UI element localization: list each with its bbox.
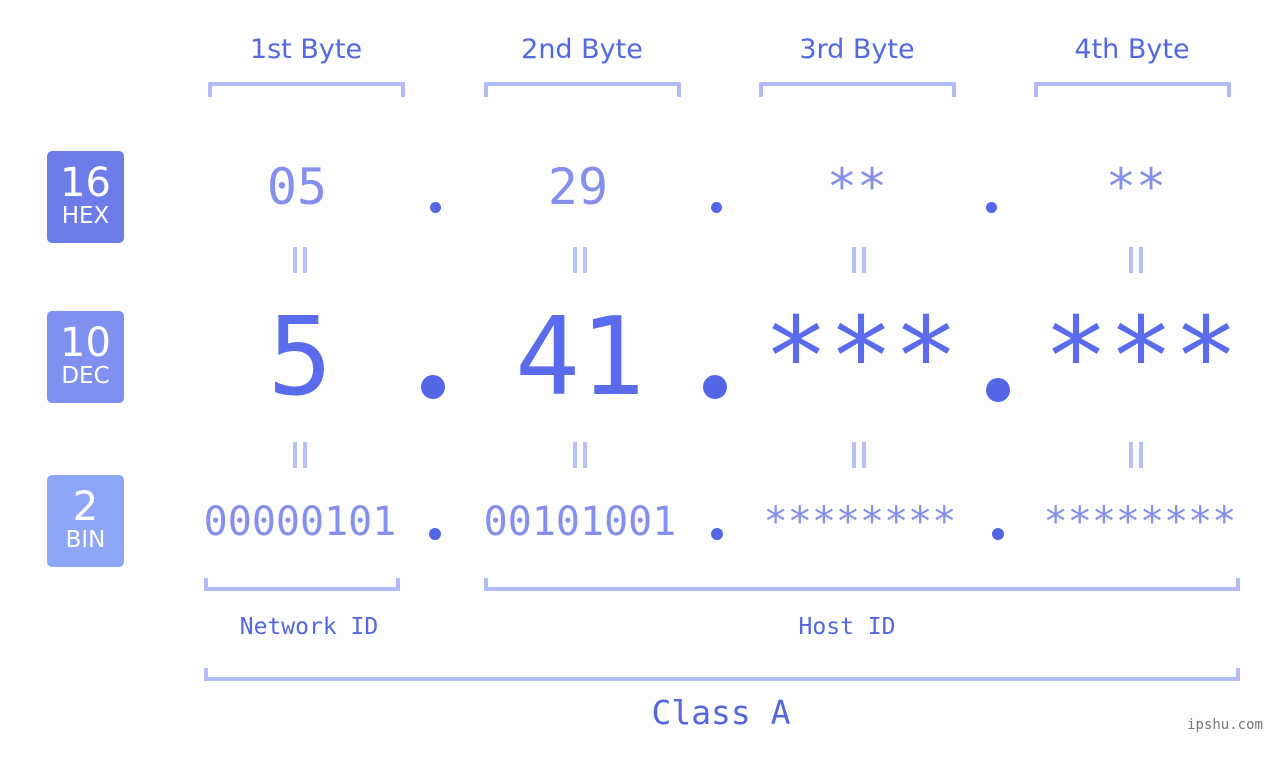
hex-byte-2: 29	[547, 158, 609, 216]
equals-icon	[280, 247, 320, 280]
equals-icon	[839, 247, 879, 280]
hex-separator-dot-2	[711, 202, 722, 213]
bin-badge: 2 BIN	[47, 475, 124, 567]
dec-byte-3: ***	[763, 295, 959, 420]
hex-base-number: 16	[60, 160, 111, 206]
hex-byte-4: **	[1105, 158, 1167, 216]
network-id-label: Network ID	[239, 614, 379, 640]
bin-separator-dot-3	[992, 528, 1004, 540]
equals-icon	[560, 442, 600, 475]
equals-icon	[1116, 247, 1156, 280]
byte-header-4: 4th Byte	[1074, 34, 1190, 65]
bin-byte-4: ********	[1043, 499, 1237, 545]
hex-badge: 16 HEX	[47, 151, 124, 243]
equals-icon	[560, 247, 600, 280]
dec-base-number: 10	[60, 320, 111, 366]
dec-separator-dot-2	[703, 375, 727, 399]
host-id-bracket	[484, 578, 1240, 591]
watermark: ipshu.com	[1187, 717, 1263, 733]
class-label: Class A	[651, 693, 791, 732]
dec-separator-dot-3	[986, 378, 1010, 402]
dec-base-label: DEC	[61, 363, 110, 389]
hex-base-label: HEX	[61, 203, 110, 229]
hex-byte-3: **	[826, 158, 888, 216]
bin-separator-dot-2	[711, 528, 723, 540]
byte-bracket-4	[1034, 82, 1231, 97]
hex-separator-dot-1	[430, 202, 441, 213]
byte-header-3: 3rd Byte	[799, 34, 915, 65]
equals-icon	[1116, 442, 1156, 475]
hex-byte-1: 05	[266, 158, 328, 216]
byte-bracket-2	[484, 82, 681, 97]
bin-byte-1: 00000101	[203, 499, 397, 545]
byte-bracket-1	[208, 82, 405, 97]
equals-icon	[280, 442, 320, 475]
class-bracket	[204, 668, 1240, 681]
bin-separator-dot-1	[429, 528, 441, 540]
bin-byte-3: ********	[763, 499, 957, 545]
byte-header-1: 1st Byte	[249, 34, 363, 65]
dec-badge: 10 DEC	[47, 311, 124, 403]
hex-separator-dot-3	[986, 202, 997, 213]
equals-icon	[839, 442, 879, 475]
dec-separator-dot-1	[421, 375, 445, 399]
dec-byte-4: ***	[1043, 295, 1239, 420]
host-id-label: Host ID	[798, 614, 896, 640]
network-id-bracket	[204, 578, 400, 591]
dec-byte-1: 5	[267, 295, 333, 420]
dec-byte-2: 41	[514, 295, 646, 420]
byte-header-2: 2nd Byte	[521, 34, 643, 65]
bin-base-number: 2	[72, 484, 99, 530]
bin-base-label: BIN	[65, 527, 106, 553]
byte-bracket-3	[759, 82, 956, 97]
bin-byte-2: 00101001	[483, 499, 677, 545]
